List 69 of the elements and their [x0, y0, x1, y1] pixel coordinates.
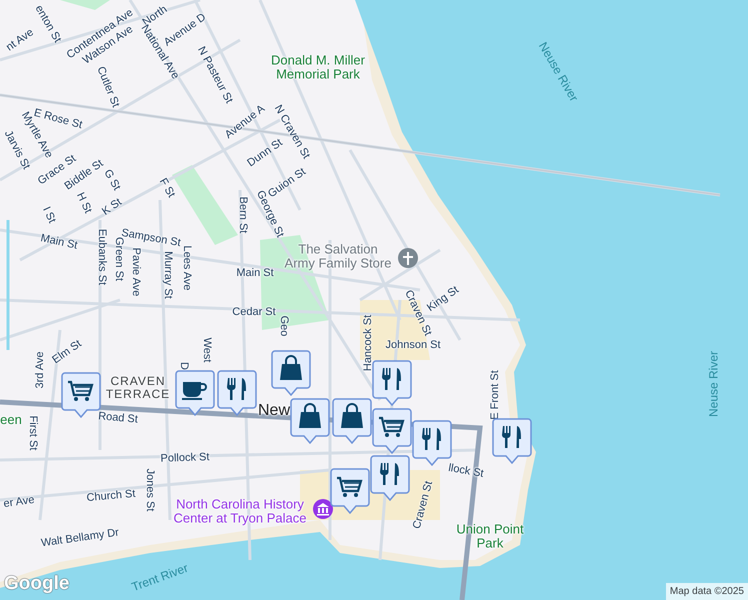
street-label: Lees Ave — [181, 245, 194, 291]
city-label: New — [258, 402, 290, 420]
park-label: Union Point Park — [455, 522, 525, 552]
park-label: Donald M. Miller Memorial Park — [270, 54, 366, 82]
water-label: Neuse River — [707, 350, 721, 418]
map-marker[interactable] — [332, 398, 372, 444]
street-label: Green St — [112, 236, 126, 282]
map-marker[interactable] — [372, 360, 412, 406]
water-label: Trent River — [130, 562, 190, 594]
street-label: Jones St — [144, 468, 156, 512]
map-marker[interactable] — [290, 398, 330, 444]
street-label: West — [200, 338, 214, 362]
street-label: Walt Bellamy Dr — [40, 526, 120, 550]
park-area — [60, 0, 110, 10]
museum-icon[interactable] — [313, 499, 333, 519]
district-label: CRAVEN TERRACE — [104, 374, 172, 402]
cup-icon — [182, 382, 207, 400]
street-label: H St — [74, 190, 94, 216]
place-label: North Carolina History Center at Tryon Palace — [172, 498, 308, 526]
street-label: Jarvis St — [2, 128, 32, 172]
street-label: Cutler St — [94, 64, 122, 110]
map-marker[interactable] — [271, 350, 311, 396]
cross-icon[interactable] — [398, 248, 418, 268]
cutlery-icon — [382, 368, 401, 390]
street-label: King St — [425, 284, 461, 314]
map-marker[interactable] — [61, 372, 101, 418]
street-label: F St — [156, 176, 178, 200]
street-label: Geo — [278, 316, 290, 336]
street-label: Cedar St — [232, 306, 276, 318]
street-label: Church St — [86, 488, 136, 504]
street-label: nt Ave — [4, 26, 36, 54]
street-label: Pavie Ave — [130, 248, 142, 296]
street-label: D — [178, 362, 190, 370]
street-label: Pollock St — [160, 451, 210, 465]
cart-icon — [337, 476, 362, 497]
street-label: Main St — [236, 266, 274, 280]
cutlery-icon — [227, 378, 246, 400]
street-label: I St — [40, 204, 58, 226]
cart-icon — [379, 416, 404, 437]
street-label: Murray St — [162, 251, 174, 299]
street-label: llock St — [447, 462, 485, 480]
map-marker[interactable] — [372, 408, 412, 454]
street-label: Johnson St — [385, 338, 441, 352]
park-label: een — [0, 412, 22, 428]
map-marker[interactable] — [217, 370, 257, 416]
street-label: Elm St — [50, 338, 84, 366]
street-label: 3rd Ave — [34, 351, 46, 389]
cutlery-icon — [502, 426, 521, 448]
map-marker[interactable] — [492, 418, 532, 464]
street-label: Road St — [98, 410, 138, 426]
place-label: The Salvation Army Family Store — [284, 242, 392, 272]
map-attribution[interactable]: Map data ©2025 — [666, 583, 748, 600]
cutlery-icon — [422, 428, 441, 450]
street-label: First St — [26, 416, 40, 450]
map-marker[interactable] — [175, 370, 215, 416]
cutlery-icon — [380, 463, 399, 485]
street-label: Bern St — [236, 196, 250, 234]
bag-icon — [280, 355, 302, 380]
street-label: K St — [100, 196, 124, 218]
cart-icon — [68, 380, 94, 401]
bag-icon — [341, 403, 363, 428]
street-label: Eubanks St — [96, 228, 108, 286]
street-label: Hancock St — [362, 314, 374, 372]
street-label: G St — [101, 167, 123, 193]
street-label: Craven St — [410, 480, 436, 530]
street-label: Dunn St — [245, 136, 285, 170]
street-label: Main St — [40, 232, 78, 252]
bag-icon — [299, 403, 321, 428]
street-label: er Ave — [2, 494, 36, 510]
